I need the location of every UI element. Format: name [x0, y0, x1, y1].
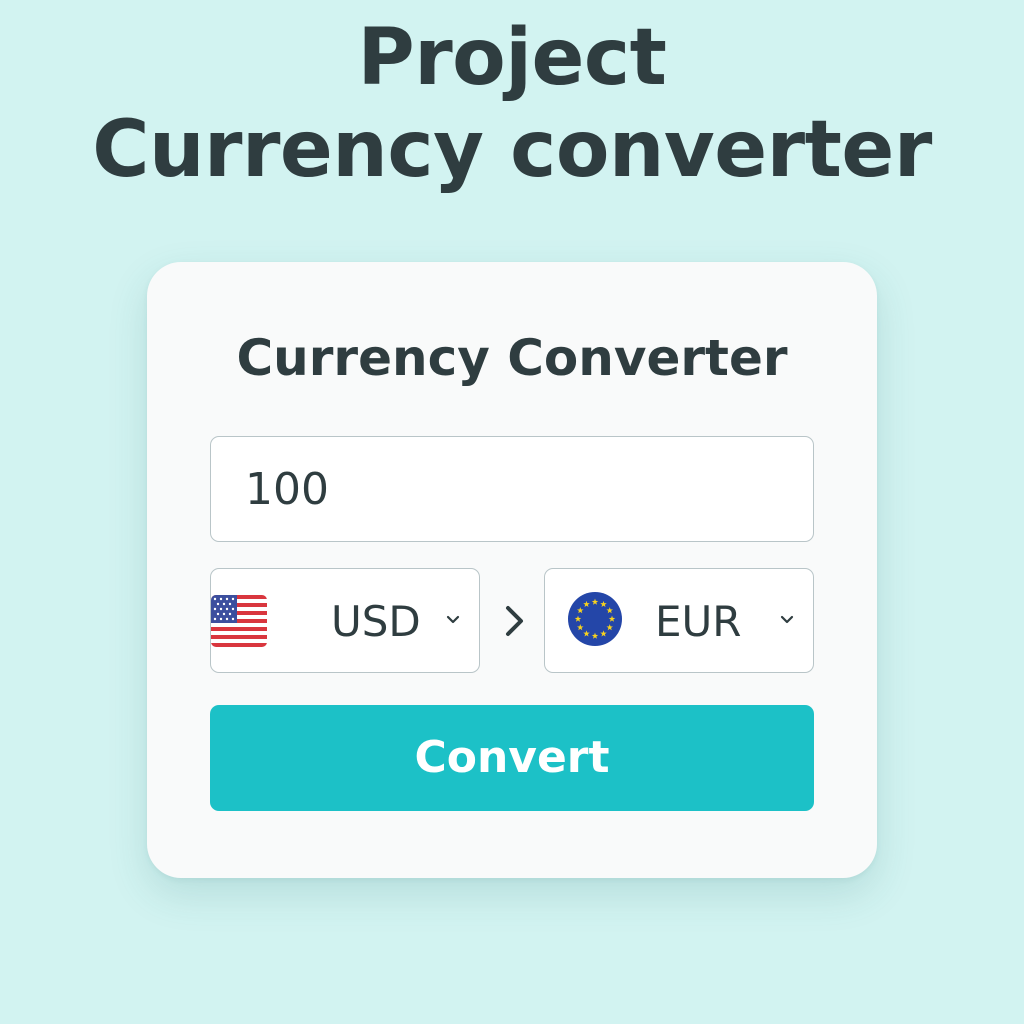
to-currency-code: EUR: [655, 597, 742, 646]
eu-flag-icon: [568, 592, 622, 646]
page-title: Project Currency converter: [0, 12, 1024, 196]
chevron-down-icon: [780, 615, 794, 624]
converter-title: Currency Converter: [236, 329, 788, 387]
from-currency-select[interactable]: USD: [210, 568, 480, 673]
from-currency-code: USD: [331, 597, 421, 646]
page-title-line-1: Project: [357, 13, 667, 103]
convert-button[interactable]: Convert: [210, 705, 814, 811]
to-currency-select[interactable]: EUR: [544, 568, 814, 673]
chevron-down-icon: [446, 615, 460, 624]
amount-input[interactable]: [210, 436, 814, 542]
us-flag-icon: [211, 595, 267, 647]
chevron-right-icon: [506, 606, 523, 636]
page-title-line-2: Currency converter: [92, 105, 932, 195]
